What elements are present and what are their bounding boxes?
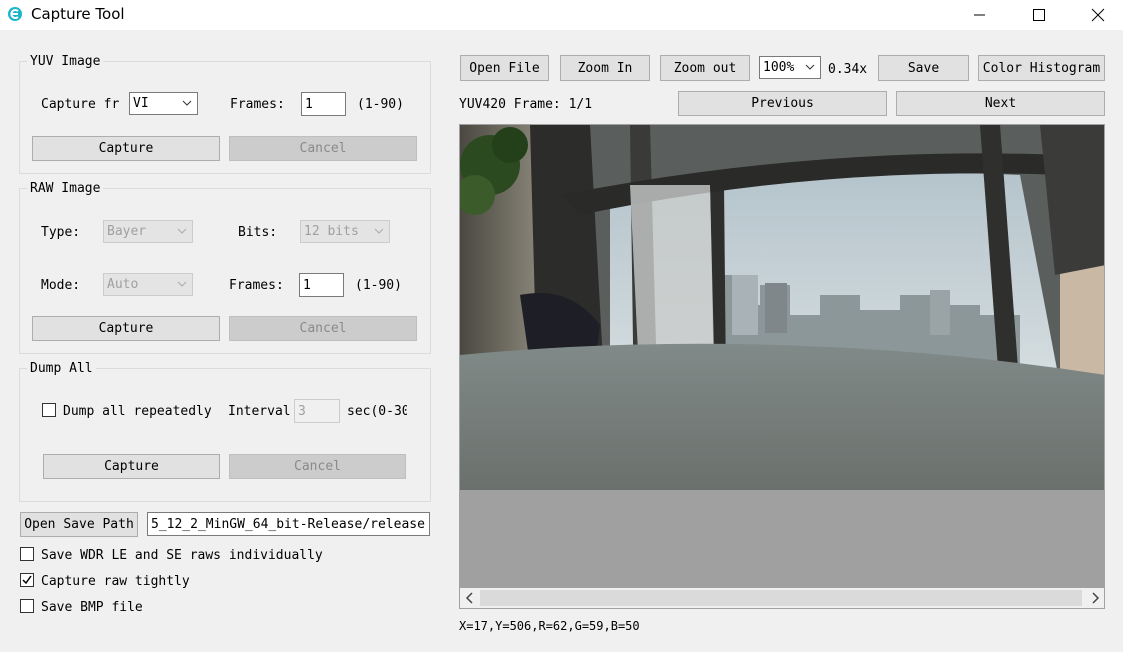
capture-raw-tightly-checkbox[interactable] bbox=[20, 573, 34, 587]
next-button[interactable]: Next bbox=[896, 91, 1105, 116]
chevron-down-icon bbox=[182, 100, 192, 106]
maximize-button[interactable] bbox=[1016, 0, 1062, 30]
raw-bits-value: 12 bits bbox=[304, 224, 359, 239]
previous-button[interactable]: Previous bbox=[678, 91, 887, 116]
raw-type-value: Bayer bbox=[107, 224, 147, 239]
raw-type-label: Type: bbox=[41, 225, 81, 240]
yuv-frames-label: Frames: bbox=[230, 97, 285, 112]
open-save-path-button[interactable]: Open Save Path bbox=[20, 512, 138, 537]
save-bmp-checkbox[interactable] bbox=[20, 599, 34, 613]
dump-interval-label: Interval bbox=[228, 404, 291, 419]
close-icon bbox=[1091, 8, 1105, 22]
save-bmp-label: Save BMP file bbox=[41, 600, 143, 615]
checkmark-icon bbox=[22, 575, 32, 585]
open-file-button[interactable]: Open File bbox=[460, 55, 549, 81]
save-wdr-checkbox[interactable] bbox=[20, 547, 34, 561]
image-viewer[interactable] bbox=[459, 124, 1105, 609]
raw-frames-range: (1-90) bbox=[355, 278, 402, 293]
zoom-out-button[interactable]: Zoom out bbox=[660, 55, 750, 81]
app-logo-icon bbox=[8, 7, 22, 21]
horizontal-scrollbar[interactable] bbox=[460, 588, 1104, 608]
raw-mode-value: Auto bbox=[107, 277, 139, 292]
capture-from-select[interactable]: VI bbox=[129, 92, 198, 115]
dump-interval-input[interactable]: 3 bbox=[294, 399, 340, 423]
yuv-capture-button[interactable]: Capture bbox=[32, 136, 220, 161]
raw-cancel-button[interactable]: Cancel bbox=[229, 316, 417, 341]
zoom-in-button[interactable]: Zoom In bbox=[560, 55, 650, 81]
zoom-select-value: 100% bbox=[763, 60, 795, 75]
capture-raw-tightly-label: Capture raw tightly bbox=[41, 574, 190, 589]
scrollbar-thumb[interactable] bbox=[480, 590, 1082, 606]
title-bar: Capture Tool bbox=[0, 0, 1123, 30]
yuv-group-title: YUV Image bbox=[27, 55, 104, 69]
raw-mode-label: Mode: bbox=[41, 278, 81, 293]
frame-info: YUV420 Frame: 1/1 bbox=[459, 97, 593, 112]
dump-capture-button[interactable]: Capture bbox=[43, 454, 220, 479]
minimize-icon bbox=[974, 14, 985, 16]
window-title: Capture Tool bbox=[31, 5, 125, 23]
chevron-down-icon bbox=[374, 228, 384, 234]
zoom-select[interactable]: 100% bbox=[759, 56, 821, 79]
raw-frames-input[interactable]: 1 bbox=[299, 273, 344, 297]
maximize-icon bbox=[1033, 9, 1045, 21]
yuv-frames-input[interactable]: 1 bbox=[301, 92, 346, 116]
chevron-down-icon bbox=[177, 228, 187, 234]
save-path-input[interactable]: 5_12_2_MinGW_64_bit-Release/release bbox=[147, 512, 430, 536]
dump-all-group bbox=[19, 368, 431, 502]
color-histogram-button[interactable]: Color Histogram bbox=[978, 55, 1105, 81]
dump-interval-unit: sec(0-30 bbox=[347, 404, 407, 419]
raw-group-title: RAW Image bbox=[27, 182, 104, 196]
dump-group-title: Dump All bbox=[27, 362, 96, 376]
minimize-button[interactable] bbox=[957, 0, 1003, 30]
zoom-factor: 0.34x bbox=[828, 62, 868, 77]
scroll-left-icon[interactable] bbox=[465, 592, 475, 604]
dump-repeat-checkbox[interactable] bbox=[42, 403, 56, 417]
scroll-right-icon[interactable] bbox=[1090, 592, 1100, 604]
save-image-button[interactable]: Save bbox=[878, 55, 969, 81]
raw-type-select[interactable]: Bayer bbox=[103, 220, 193, 243]
raw-bits-label: Bits: bbox=[238, 225, 278, 240]
raw-frames-label: Frames: bbox=[229, 278, 284, 293]
raw-bits-select[interactable]: 12 bits bbox=[300, 220, 390, 243]
dump-cancel-button[interactable]: Cancel bbox=[229, 454, 406, 479]
save-wdr-label: Save WDR LE and SE raws individually bbox=[41, 548, 323, 563]
chevron-down-icon bbox=[805, 64, 815, 70]
chevron-down-icon bbox=[177, 281, 187, 287]
yuv-cancel-button[interactable]: Cancel bbox=[229, 136, 417, 161]
dump-repeat-label: Dump all repeatedly bbox=[63, 404, 212, 419]
close-button[interactable] bbox=[1075, 0, 1121, 30]
capture-from-label: Capture fr bbox=[41, 97, 120, 112]
yuv-frames-range: (1-90) bbox=[357, 97, 404, 112]
pixel-info: X=17,Y=506,R=62,G=59,B=50 bbox=[459, 619, 640, 633]
raw-mode-select[interactable]: Auto bbox=[103, 273, 193, 296]
captured-frame-image bbox=[460, 125, 1104, 490]
capture-from-value: VI bbox=[133, 96, 149, 111]
raw-capture-button[interactable]: Capture bbox=[32, 316, 220, 341]
